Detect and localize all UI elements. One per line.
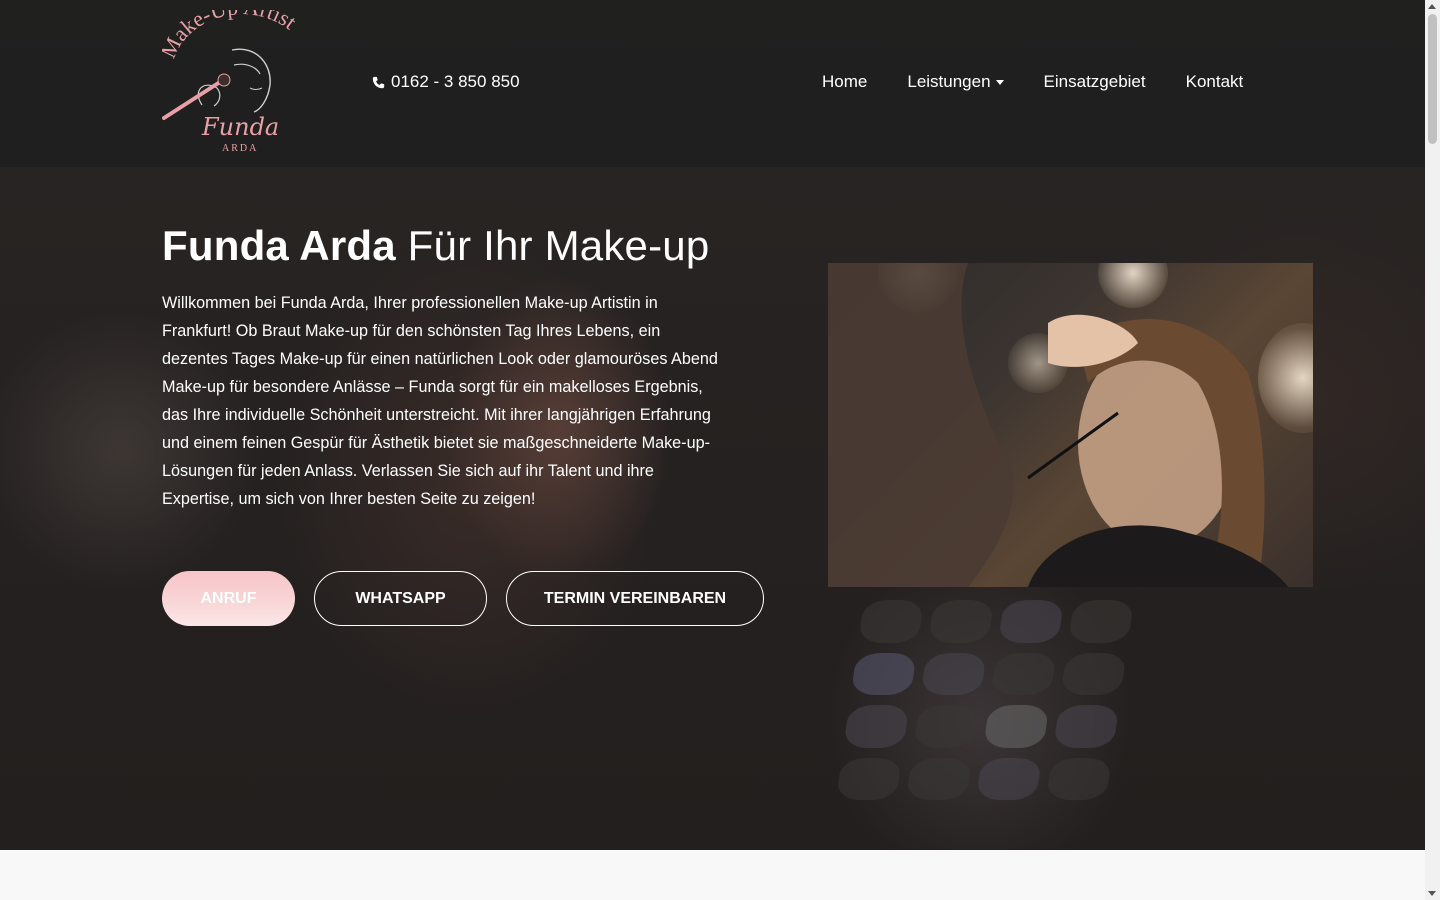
site-header: Make-Up Artist Funda ARDA 0162 - 3 850 8… [0,0,1425,167]
nav-home[interactable]: Home [822,72,867,92]
scroll-thumb[interactable] [1428,14,1437,144]
hero-description: Willkommen bei Funda Arda, Ihrer profess… [162,294,718,508]
call-button[interactable]: Anruf [162,571,295,626]
logo[interactable]: Make-Up Artist Funda ARDA [155,0,317,155]
hero-title-light: Für Ihr Make-up [407,222,710,269]
whatsapp-button[interactable]: WhatsApp [314,571,487,626]
svg-text:Make-Up Artist: Make-Up Artist [162,10,301,62]
hero-title: Funda Arda Für Ihr Make-up [162,222,709,270]
svg-text:Funda: Funda [201,113,279,141]
phone-link[interactable]: 0162 - 3 850 850 [372,72,520,92]
eyeshadow-palette-image [825,590,1146,810]
nav-leistungen-dropdown[interactable]: Leistungen [907,72,1004,92]
appointment-button[interactable]: Termin vereinbaren [506,571,764,626]
hero-title-bold: Funda Arda [162,222,396,269]
caret-down-icon [995,79,1004,85]
nav-einsatzgebiet[interactable]: Einsatzgebiet [1044,72,1146,92]
phone-icon [372,76,385,88]
scroll-down-arrow-icon[interactable] [1428,891,1436,896]
scroll-up-arrow-icon[interactable] [1428,4,1436,9]
main-nav: Home Leistungen Einsatzgebiet Kontakt [822,72,1243,92]
makeup-application-photo [828,263,1313,587]
svg-text:ARDA: ARDA [222,143,258,154]
nav-kontakt[interactable]: Kontakt [1186,72,1244,92]
phone-number: 0162 - 3 850 850 [391,72,520,91]
scrollbar[interactable] [1425,0,1440,900]
